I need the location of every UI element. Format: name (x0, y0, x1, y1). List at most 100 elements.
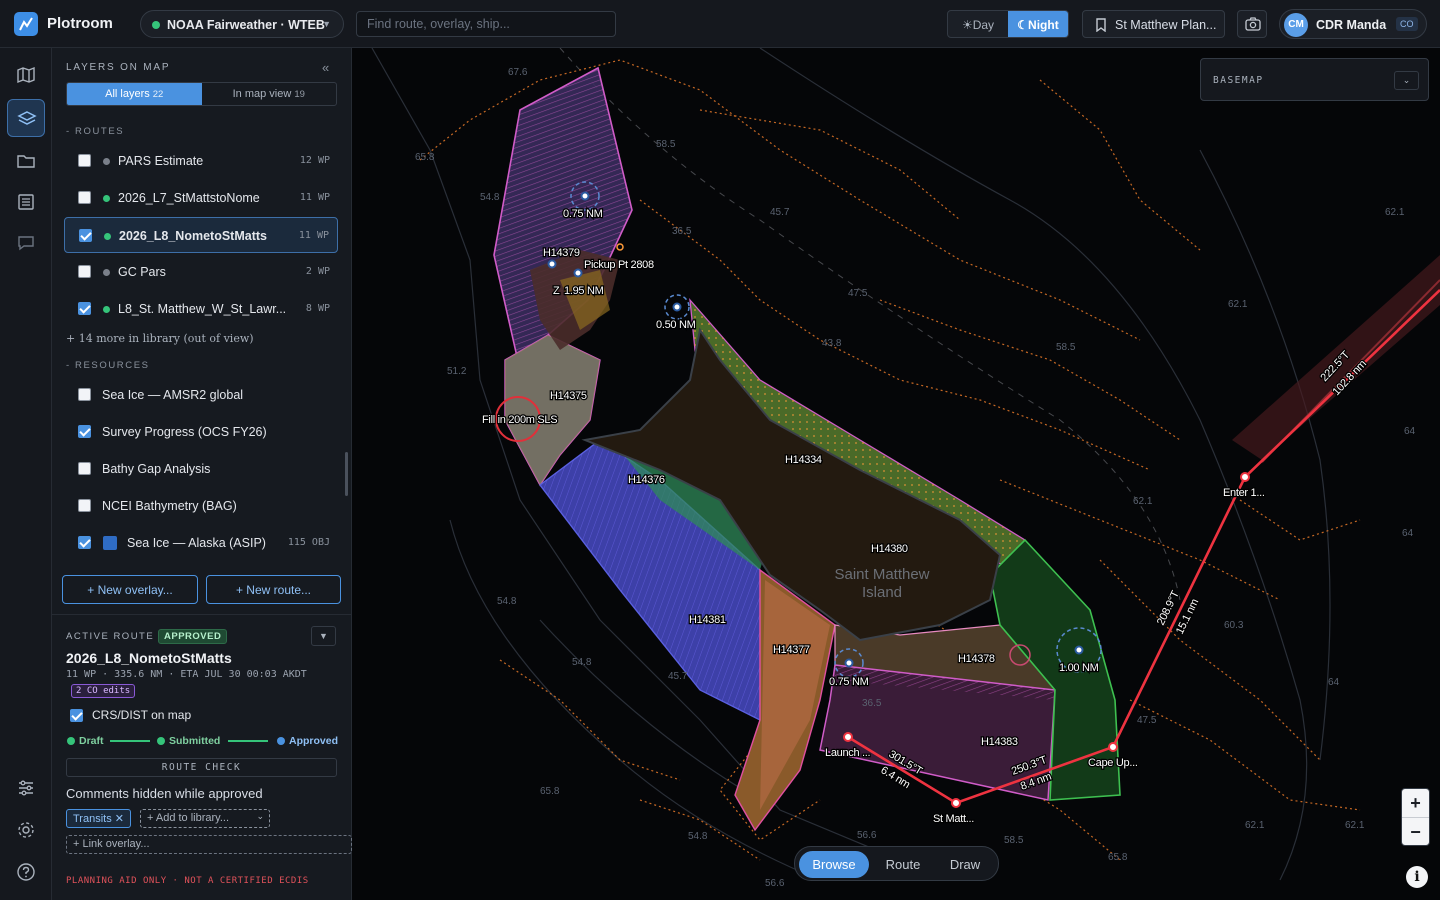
resource-row[interactable]: NCEI Bathymetry (BAG) (64, 489, 338, 523)
svg-text:H14377: H14377 (773, 644, 810, 656)
waypoint-marker[interactable] (843, 732, 853, 742)
svg-text:65.8: 65.8 (540, 786, 560, 797)
user-menu[interactable]: CM CDR Manda CO (1279, 9, 1427, 39)
route-waypoint-count: 8 WP (305, 303, 330, 314)
tab-in-map-view[interactable]: In map view 19 (202, 83, 337, 105)
route-check-button[interactable]: ROUTE CHECK (66, 758, 337, 777)
chart-map[interactable]: Saint Matthew Island 67.6 65.8 54.8 58.5… (352, 48, 1440, 900)
camera-icon (1245, 17, 1261, 31)
info-button[interactable]: i (1406, 866, 1428, 888)
svg-text:Enter 1...: Enter 1... (1223, 487, 1265, 499)
tab-all-layers[interactable]: All layers 22 (67, 83, 202, 105)
app-name: Plotroom (47, 15, 113, 32)
app-logo-icon[interactable] (14, 12, 38, 36)
waypoint-marker[interactable] (951, 798, 961, 808)
route-label: PARS Estimate (118, 154, 204, 168)
svg-text:67.6: 67.6 (508, 67, 528, 78)
tag-chip[interactable]: Transits ✕ (66, 809, 131, 828)
resource-row[interactable]: Survey Progress (OCS FY26) (64, 415, 338, 449)
waypoint-marker[interactable] (1108, 742, 1118, 752)
route-status-dot-icon (103, 195, 110, 202)
help-icon (17, 863, 35, 881)
svg-text:H14383: H14383 (981, 736, 1018, 748)
svg-text:62.1: 62.1 (1228, 299, 1248, 310)
route-status-dot-icon (104, 233, 111, 240)
screenshot-button[interactable] (1237, 10, 1267, 38)
project-selector[interactable]: NOAA Fairweather · WTEB ▼ (140, 10, 344, 38)
resource-row[interactable]: Sea Ice — AMSR2 global (64, 378, 338, 412)
island-name: Island (862, 584, 902, 601)
svg-text:0.75 NM: 0.75 NM (563, 208, 603, 220)
sliders-icon (19, 780, 33, 796)
rail-settings-button[interactable] (7, 811, 45, 849)
route-status-dot-icon (103, 158, 110, 165)
resource-checkbox[interactable] (78, 425, 91, 438)
resource-row[interactable]: Bathy Gap Analysis (64, 452, 338, 486)
mode-draw-button[interactable]: Draw (935, 851, 995, 878)
mode-route-button[interactable]: Route (871, 851, 935, 878)
co-edits-badge[interactable]: 2 CO edits (71, 684, 136, 698)
resources-heading[interactable]: - RESOURCES (66, 360, 150, 371)
new-overlay-button[interactable]: + New overlay... (62, 575, 198, 604)
theme-day-button[interactable]: ☀Day (948, 11, 1008, 37)
svg-text:58.5: 58.5 (1056, 342, 1076, 353)
rail-folder-button[interactable] (7, 142, 45, 180)
add-to-library-chip[interactable]: + Add to library... ⌄ (140, 809, 270, 828)
route-checkbox[interactable] (78, 302, 91, 315)
layer-color-swatch (103, 536, 117, 550)
plan-button[interactable]: St Matthew Plan... (1082, 10, 1225, 38)
zoom-in-button[interactable]: + (1402, 789, 1429, 818)
mode-browse-button[interactable]: Browse (799, 851, 869, 878)
resource-row[interactable]: Sea Ice — Alaska (ASIP) 115 OBJ (64, 526, 338, 560)
route-row[interactable]: L8_St. Matthew_W_St_Lawr... 8 WP (64, 292, 338, 326)
basemap-selector[interactable]: BASEMAP ⌄ (1200, 58, 1429, 101)
rail-map-button[interactable] (7, 56, 45, 94)
route-label: GC Pars (118, 265, 166, 279)
resource-label: Survey Progress (OCS FY26) (102, 425, 267, 439)
rail-layers-button[interactable] (7, 99, 45, 137)
resource-checkbox[interactable] (78, 536, 91, 549)
theme-night-button[interactable]: ☾Night (1008, 11, 1068, 37)
routes-heading[interactable]: - ROUTES (66, 126, 124, 137)
comments-hidden-note: Comments hidden while approved (66, 786, 263, 801)
route-row[interactable]: GC Pars 2 WP (64, 255, 338, 289)
route-label: 2026_L7_StMattstoNome (118, 191, 260, 205)
route-row-selected[interactable]: 2026_L8_NometoStMatts 11 WP (64, 217, 338, 253)
route-checkbox[interactable] (78, 154, 91, 167)
more-routes-link[interactable]: + 14 more in library (out of view) (66, 332, 254, 345)
rail-help-button[interactable] (7, 853, 45, 891)
svg-text:54.8: 54.8 (497, 596, 517, 607)
basemap-dropdown-button[interactable]: ⌄ (1394, 71, 1419, 90)
route-row[interactable]: PARS Estimate 12 WP (64, 144, 338, 178)
rail-filters-button[interactable] (7, 769, 45, 807)
close-icon[interactable]: ✕ (115, 813, 124, 825)
route-checkbox[interactable] (79, 229, 92, 242)
plus-icon: + (1410, 793, 1421, 813)
zoom-out-button[interactable]: − (1402, 818, 1429, 847)
folder-icon (17, 155, 35, 168)
waypoint-marker[interactable] (1240, 472, 1250, 482)
svg-text:H14334: H14334 (785, 454, 822, 466)
svg-text:Pickup Pt 2808: Pickup Pt 2808 (584, 259, 654, 271)
resource-checkbox[interactable] (78, 499, 91, 512)
link-overlay-chip[interactable]: + Link overlay... (66, 835, 352, 854)
chart-canvas[interactable]: Saint Matthew Island 67.6 65.8 54.8 58.5… (352, 48, 1440, 900)
user-name: CDR Manda (1316, 18, 1387, 32)
route-row[interactable]: 2026_L7_StMattstoNome 11 WP (64, 181, 338, 215)
panel-scrollbar[interactable] (345, 452, 348, 496)
active-route-heading: ACTIVE ROUTE (66, 631, 155, 642)
svg-text:45.7: 45.7 (668, 671, 688, 682)
search-input[interactable] (356, 11, 616, 37)
new-route-button[interactable]: + New route... (206, 575, 341, 604)
resource-checkbox[interactable] (78, 388, 91, 401)
pickup-point-icon[interactable] (616, 243, 624, 251)
rail-comments-button[interactable] (7, 224, 45, 262)
active-route-expand-button[interactable]: ▼ (311, 626, 336, 646)
resource-checkbox[interactable] (78, 462, 91, 475)
collapse-panel-icon[interactable]: « (322, 60, 329, 75)
svg-text:54.8: 54.8 (480, 192, 500, 203)
route-checkbox[interactable] (78, 265, 91, 278)
route-checkbox[interactable] (78, 191, 91, 204)
rail-list-button[interactable] (7, 183, 45, 221)
crs-dist-checkbox[interactable] (70, 709, 83, 722)
